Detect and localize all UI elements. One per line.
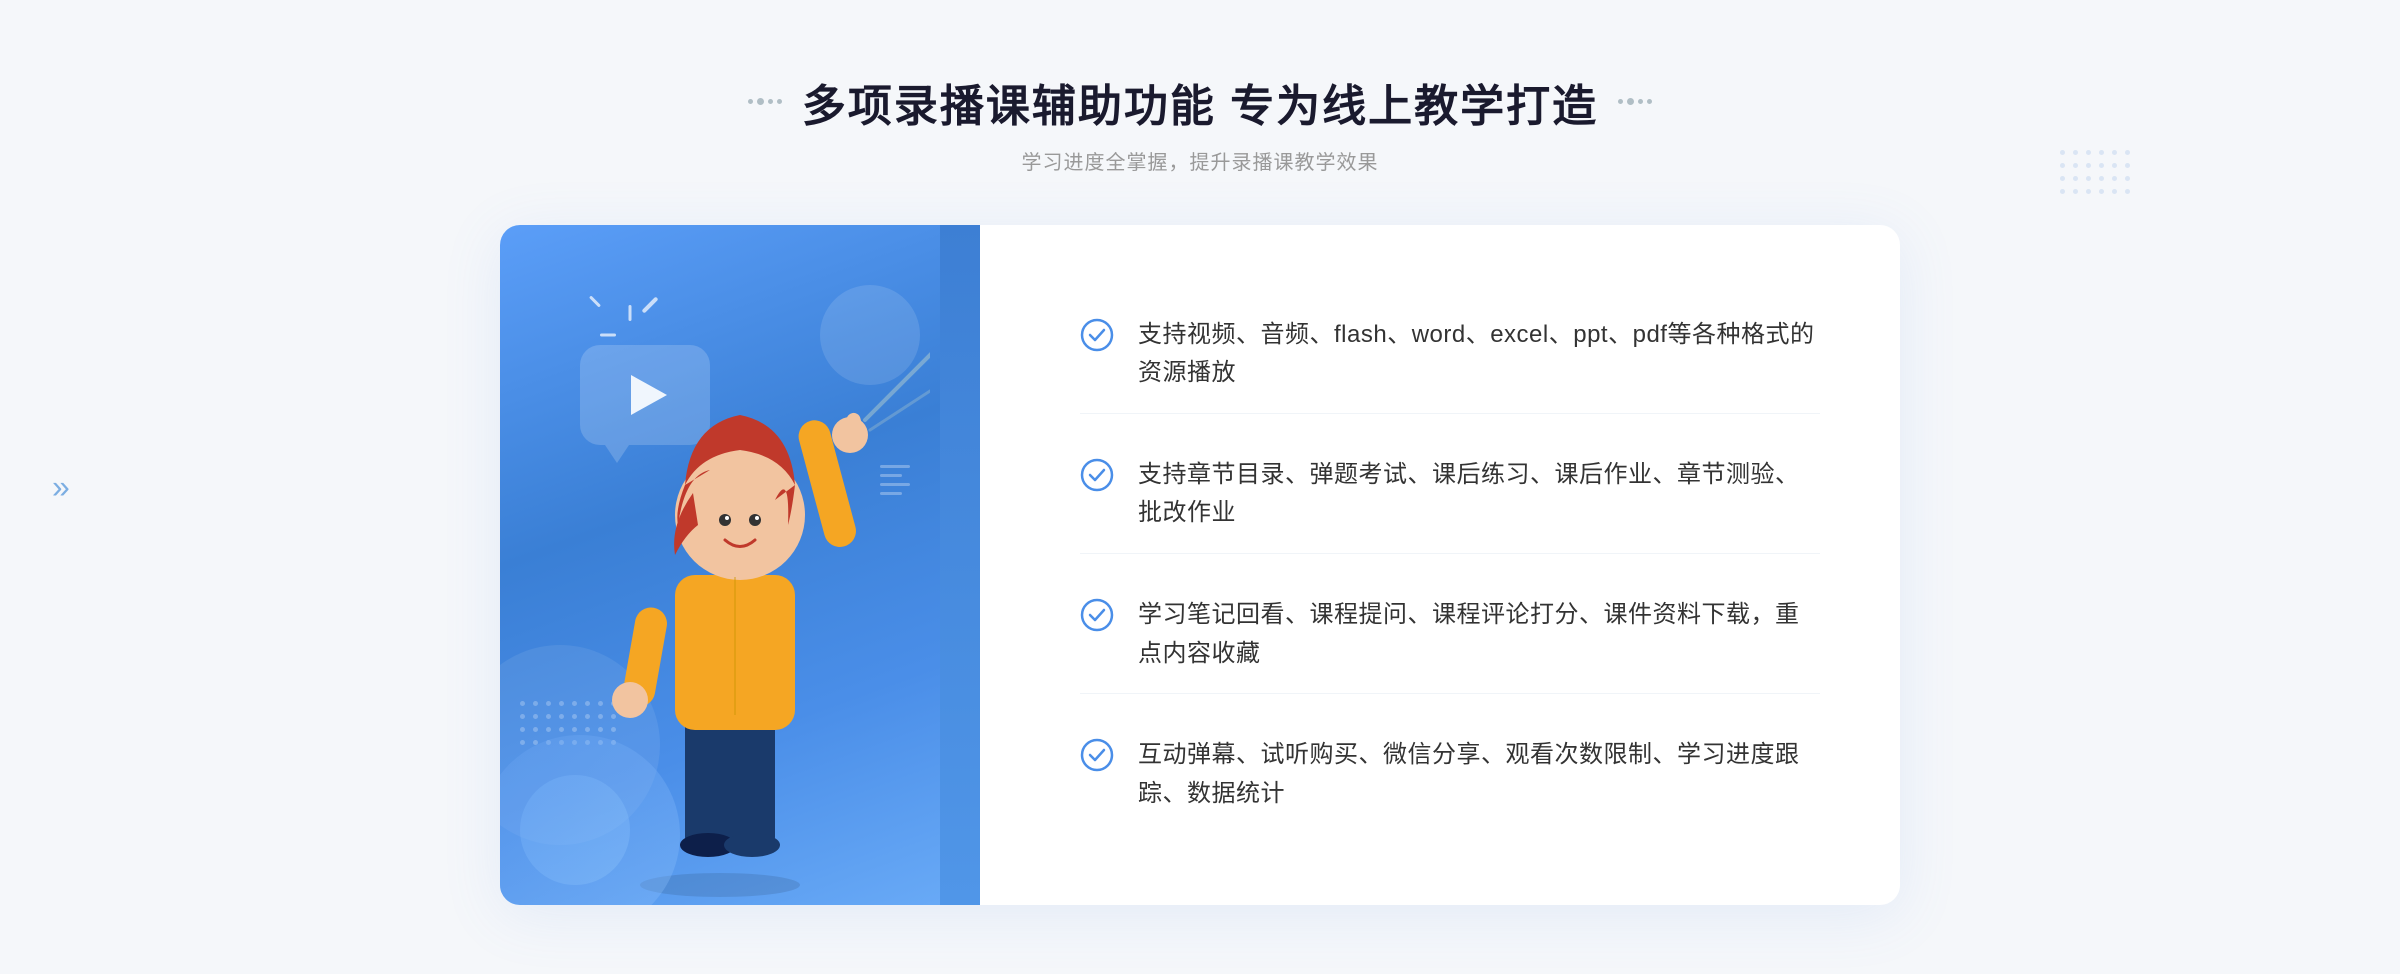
page-container: » 多项录播课辅助功能 专为线上教学打造 学习进度全掌握，提升录播课教学效果 — [0, 30, 2400, 945]
feature-text-1: 支持视频、音频、flash、word、excel、ppt、pdf等各种格式的资源… — [1138, 316, 1820, 393]
main-title: 多项录播课辅助功能 专为线上教学打造 — [802, 70, 1598, 134]
feature-item-1: 支持视频、音频、flash、word、excel、ppt、pdf等各种格式的资源… — [1080, 296, 1820, 414]
check-circle-icon-2 — [1080, 458, 1114, 492]
feature-item-4: 互动弹幕、试听购买、微信分享、观看次数限制、学习进度跟踪、数据统计 — [1080, 716, 1820, 833]
feature-item-3: 学习笔记回看、课程提问、课程评论打分、课件资料下载，重点内容收藏 — [1080, 576, 1820, 694]
decorator-right — [1618, 98, 1652, 105]
feature-text-4: 互动弹幕、试听购买、微信分享、观看次数限制、学习进度跟踪、数据统计 — [1138, 736, 1820, 813]
content-area: 支持视频、音频、flash、word、excel、ppt、pdf等各种格式的资源… — [500, 225, 1900, 905]
chevron-left-icon: » — [52, 469, 70, 506]
sidebar-accent — [940, 225, 980, 905]
decorator-left — [748, 98, 782, 105]
light-ray-3 — [589, 295, 601, 307]
check-circle-icon-3 — [1080, 598, 1114, 632]
feature-text-2: 支持章节目录、弹题考试、课后练习、课后作业、章节测验、批改作业 — [1138, 456, 1820, 533]
right-panel: 支持视频、音频、flash、word、excel、ppt、pdf等各种格式的资源… — [980, 225, 1900, 905]
header-decorators: 多项录播课辅助功能 专为线上教学打造 — [748, 70, 1652, 134]
check-circle-icon-1 — [1080, 318, 1114, 352]
feature-text-3: 学习笔记回看、课程提问、课程评论打分、课件资料下载，重点内容收藏 — [1138, 596, 1820, 673]
dot-pattern-right — [2060, 150, 2130, 194]
outside-circle-2 — [520, 775, 630, 885]
illustration-panel — [500, 225, 980, 905]
feature-item-2: 支持章节目录、弹题考试、课后练习、课后作业、章节测验、批改作业 — [1080, 436, 1820, 554]
sub-title: 学习进度全掌握，提升录播课教学效果 — [748, 146, 1652, 175]
check-circle-icon-4 — [1080, 738, 1114, 772]
header-section: 多项录播课辅助功能 专为线上教学打造 学习进度全掌握，提升录播课教学效果 — [748, 70, 1652, 175]
